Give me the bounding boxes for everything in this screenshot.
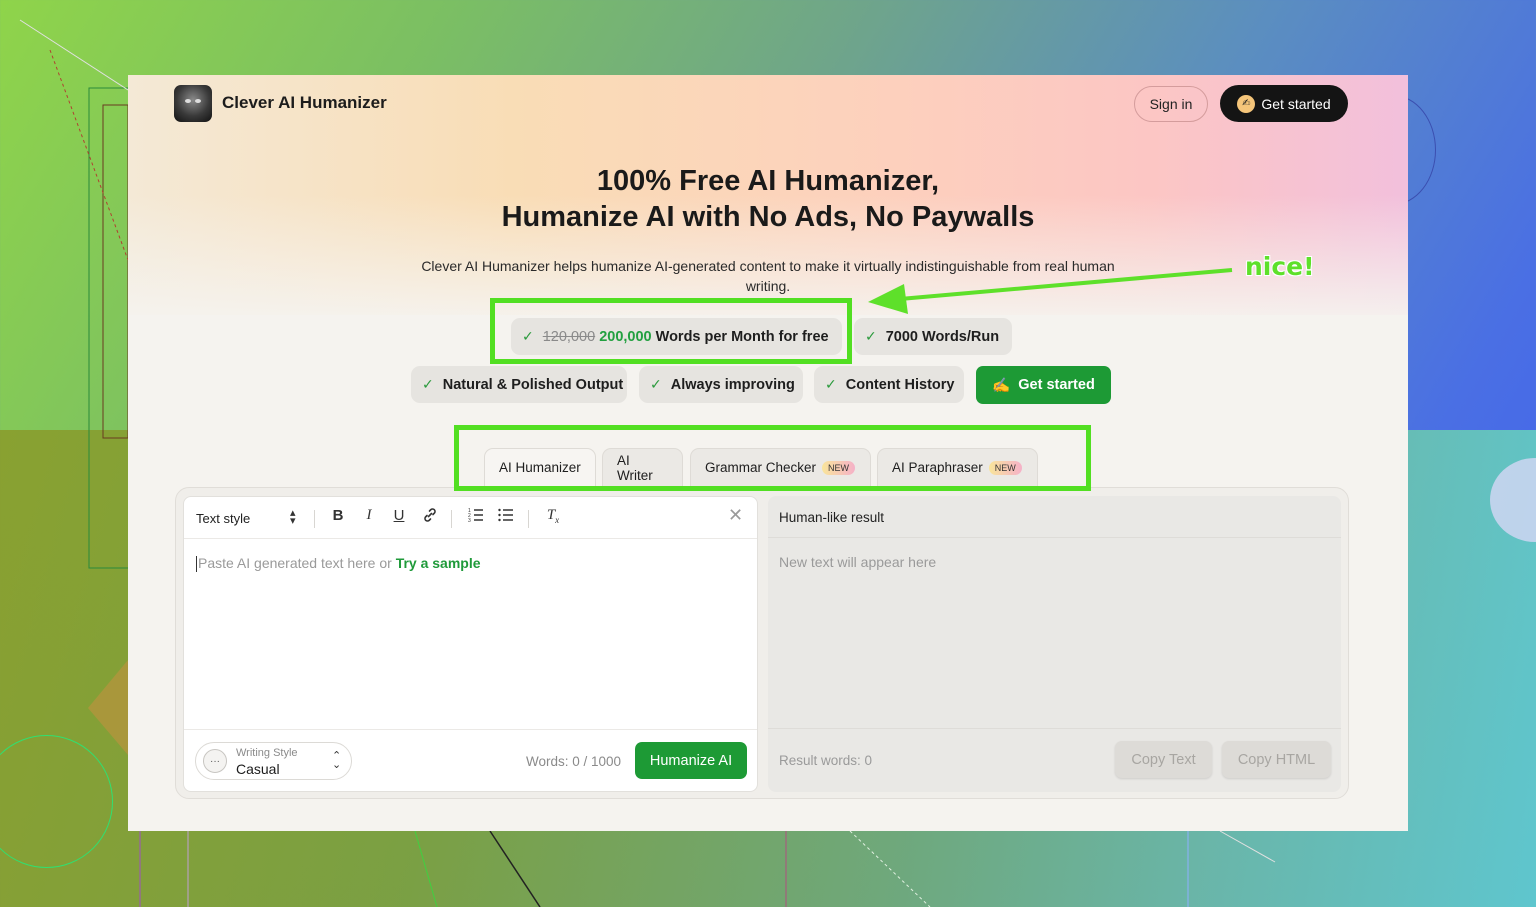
robot-logo-icon[interactable] — [174, 85, 212, 122]
feature-content-history: ✓ Content History — [814, 366, 964, 403]
feature-label: 7000 Words/Run — [885, 328, 1000, 345]
try-sample-link[interactable]: Try a sample — [396, 555, 481, 571]
close-icon[interactable]: ✕ — [728, 505, 743, 526]
get-started-label: Get started — [1018, 377, 1095, 393]
editor-toolbar: Text style ▴ ▾ B I U 123 Tx ✕ — [184, 497, 757, 539]
feature-words-per-run: ✓ 7000 Words/Run — [854, 318, 1012, 355]
copy-html-button[interactable]: Copy HTML — [1222, 741, 1331, 778]
page-title: 100% Free AI Humanizer, Humanize AI with… — [128, 163, 1408, 235]
check-icon: ✓ — [865, 328, 877, 344]
feature-label: Always improving — [670, 376, 795, 393]
highlight-box-words — [490, 298, 852, 364]
get-started-button[interactable]: ✍️ Get started — [976, 366, 1111, 404]
writing-style-select[interactable]: ··· Writing Style Casual ⌃ ⌄ — [195, 742, 352, 780]
clear-format-icon[interactable]: Tx — [543, 507, 563, 525]
speech-bubble-icon: ··· — [203, 749, 227, 773]
copy-text-button[interactable]: Copy Text — [1115, 741, 1212, 778]
result-title: Human-like result — [779, 510, 885, 525]
brand-name[interactable]: Clever AI Humanizer — [222, 93, 387, 113]
feature-label: Natural & Polished Output — [442, 376, 624, 393]
result-placeholder: New text will appear here — [779, 554, 937, 570]
bullet-list-icon[interactable] — [496, 507, 516, 527]
updown-arrows-icon[interactable]: ▴ ▾ — [290, 508, 296, 527]
pen-emoji-icon: ✍ — [1237, 94, 1256, 113]
check-icon: ✓ — [650, 376, 662, 392]
hero-subtitle: Clever AI Humanizer helps humanize AI-ge… — [421, 258, 1115, 294]
writing-hand-icon: ✍️ — [992, 377, 1011, 394]
result-panel: Human-like result New text will appear h… — [768, 496, 1341, 792]
writing-style-label: Writing Style — [236, 747, 298, 759]
editor-placeholder[interactable]: Paste AI generated text here or Try a sa… — [196, 555, 481, 573]
ordered-list-icon[interactable]: 123 — [466, 507, 486, 527]
link-icon[interactable] — [420, 507, 440, 527]
underline-icon[interactable]: U — [389, 507, 409, 524]
toolbar-divider — [451, 510, 452, 528]
editor-footer: ··· Writing Style Casual ⌃ ⌄ Words: 0 / 1… — [184, 729, 757, 791]
input-editor[interactable]: Text style ▴ ▾ B I U 123 Tx ✕ Paste AI g… — [183, 496, 758, 792]
sign-in-button[interactable]: Sign in — [1134, 86, 1208, 122]
text-cursor — [196, 556, 197, 573]
title-line-1: 100% Free AI Humanizer, — [596, 165, 940, 197]
chevron-updown-icon: ⌃ ⌄ — [332, 750, 342, 771]
highlight-box-tabs — [454, 425, 1091, 491]
title-line-2: Humanize AI with No Ads, No Paywalls — [501, 201, 1035, 233]
annotation-note: nice! — [1245, 252, 1315, 281]
writing-style-value: Casual — [236, 761, 280, 777]
top-nav: Clever AI Humanizer Sign in ✍ Get starte… — [128, 75, 1408, 135]
humanizer-panel: Text style ▴ ▾ B I U 123 Tx ✕ Paste AI g… — [175, 487, 1349, 799]
word-count: Words: 0 / 1000 — [526, 754, 622, 769]
svg-text:3: 3 — [468, 518, 471, 523]
feature-natural-output: ✓ Natural & Polished Output — [411, 366, 627, 403]
check-icon: ✓ — [825, 376, 837, 392]
placeholder-text: Paste AI generated text here or — [198, 555, 392, 571]
feature-label: Content History — [845, 376, 955, 393]
humanize-button[interactable]: Humanize AI — [635, 742, 747, 779]
result-header: Human-like result — [768, 496, 1341, 538]
text-style-select[interactable]: Text style — [196, 511, 250, 526]
result-footer: Result words: 0 Copy Text Copy HTML — [768, 728, 1341, 792]
toolbar-divider — [528, 510, 529, 528]
check-icon: ✓ — [422, 376, 434, 392]
get-started-nav-button[interactable]: ✍ Get started — [1220, 85, 1348, 122]
bold-icon[interactable]: B — [328, 507, 348, 524]
get-started-nav-label: Get started — [1261, 95, 1331, 112]
result-word-count: Result words: 0 — [779, 753, 873, 768]
feature-always-improving: ✓ Always improving — [639, 366, 803, 403]
toolbar-divider — [314, 510, 315, 528]
italic-icon[interactable]: I — [359, 507, 379, 524]
